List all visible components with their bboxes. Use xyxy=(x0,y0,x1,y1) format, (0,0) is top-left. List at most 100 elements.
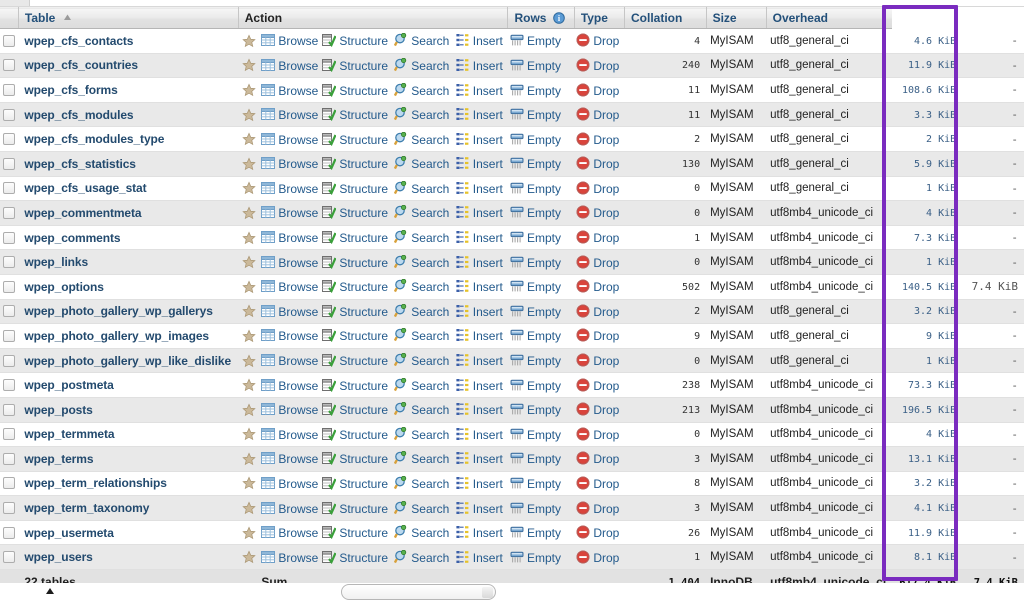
empty-cell[interactable]: Empty xyxy=(507,520,575,546)
empty-cell[interactable]: Empty xyxy=(507,249,575,275)
empty-link[interactable]: Empty xyxy=(527,231,561,245)
empty-link[interactable]: Empty xyxy=(527,59,561,73)
empty-link[interactable]: Empty xyxy=(527,403,561,417)
insert-link[interactable]: Insert xyxy=(473,379,503,393)
info-icon[interactable]: i xyxy=(553,12,565,24)
insert-cell[interactable]: Insert xyxy=(453,544,508,571)
structure-cell[interactable]: Structure xyxy=(320,102,393,128)
row-checkbox[interactable] xyxy=(3,551,16,564)
row-checkbox-cell[interactable] xyxy=(0,249,19,275)
search-cell[interactable]: Search xyxy=(392,520,454,546)
browse-cell[interactable]: Browse xyxy=(259,249,321,275)
table-name-link[interactable]: wpep_termmeta xyxy=(24,427,114,441)
favorite-cell[interactable] xyxy=(238,77,260,103)
search-link[interactable]: Search xyxy=(411,206,449,220)
table-name-link[interactable]: wpep_photo_gallery_wp_images xyxy=(24,329,209,343)
drop-link[interactable]: Drop xyxy=(593,206,619,220)
insert-cell[interactable]: Insert xyxy=(453,446,508,472)
drop-link[interactable]: Drop xyxy=(593,428,619,442)
drop-cell[interactable]: Drop xyxy=(574,520,625,546)
browse-link[interactable]: Browse xyxy=(278,83,318,97)
insert-link[interactable]: Insert xyxy=(473,452,503,466)
insert-link[interactable]: Insert xyxy=(473,477,503,491)
favorite-cell[interactable] xyxy=(238,323,260,349)
empty-cell[interactable]: Empty xyxy=(507,28,575,54)
table-row[interactable]: wpep_links Browse Structure Search Insert Emp… xyxy=(0,249,1024,275)
browse-cell[interactable]: Browse xyxy=(259,495,321,521)
header-rows[interactable]: Rows i xyxy=(507,7,575,29)
favorite-star-icon[interactable] xyxy=(242,157,256,171)
insert-cell[interactable]: Insert xyxy=(453,249,508,275)
favorite-star-icon[interactable] xyxy=(242,34,256,48)
table-row[interactable]: wpep_photo_gallery_wp_like_dislike Browse… xyxy=(0,348,1024,374)
structure-cell[interactable]: Structure xyxy=(320,323,393,349)
row-checkbox[interactable] xyxy=(3,329,16,342)
table-name-link[interactable]: wpep_cfs_statistics xyxy=(24,157,136,171)
search-link[interactable]: Search xyxy=(411,231,449,245)
empty-link[interactable]: Empty xyxy=(527,206,561,220)
browse-cell[interactable]: Browse xyxy=(259,397,321,423)
row-checkbox-cell[interactable] xyxy=(0,102,19,128)
table-name-link[interactable]: wpep_cfs_countries xyxy=(24,58,138,72)
row-checkbox[interactable] xyxy=(3,133,16,146)
row-checkbox-cell[interactable] xyxy=(0,299,19,325)
browse-cell[interactable]: Browse xyxy=(259,28,321,54)
browse-cell[interactable]: Browse xyxy=(259,299,321,325)
insert-link[interactable]: Insert xyxy=(473,329,503,343)
search-cell[interactable]: Search xyxy=(392,397,454,423)
insert-link[interactable]: Insert xyxy=(473,59,503,73)
structure-link[interactable]: Structure xyxy=(339,256,388,270)
search-cell[interactable]: Search xyxy=(392,53,454,79)
insert-link[interactable]: Insert xyxy=(473,231,503,245)
table-name-link[interactable]: wpep_usermeta xyxy=(24,526,114,540)
row-checkbox[interactable] xyxy=(3,502,16,515)
drop-cell[interactable]: Drop xyxy=(574,151,625,177)
search-cell[interactable]: Search xyxy=(392,274,454,300)
drop-cell[interactable]: Drop xyxy=(574,323,625,349)
table-name-link[interactable]: wpep_cfs_modules xyxy=(24,108,133,122)
table-name-link[interactable]: wpep_cfs_modules_type xyxy=(24,132,164,146)
drop-cell[interactable]: Drop xyxy=(574,495,625,521)
empty-cell[interactable]: Empty xyxy=(507,176,575,202)
row-checkbox[interactable] xyxy=(3,428,16,441)
insert-cell[interactable]: Insert xyxy=(453,422,508,448)
search-link[interactable]: Search xyxy=(411,551,449,565)
structure-link[interactable]: Structure xyxy=(339,305,388,319)
browse-cell[interactable]: Browse xyxy=(259,200,321,226)
drop-link[interactable]: Drop xyxy=(593,59,619,73)
table-name-link[interactable]: wpep_photo_gallery_wp_gallerys xyxy=(24,304,213,318)
favorite-cell[interactable] xyxy=(238,151,260,177)
row-checkbox[interactable] xyxy=(3,477,16,490)
browse-link[interactable]: Browse xyxy=(278,452,318,466)
structure-link[interactable]: Structure xyxy=(339,34,388,48)
favorite-cell[interactable] xyxy=(238,274,260,300)
table-row[interactable]: wpep_cfs_contacts Browse Structure Search In… xyxy=(0,28,1024,54)
row-checkbox[interactable] xyxy=(3,403,16,416)
table-name-link[interactable]: wpep_links xyxy=(24,255,88,269)
structure-cell[interactable]: Structure xyxy=(320,422,393,448)
favorite-cell[interactable] xyxy=(238,200,260,226)
insert-cell[interactable]: Insert xyxy=(453,299,508,325)
insert-cell[interactable]: Insert xyxy=(453,102,508,128)
insert-link[interactable]: Insert xyxy=(473,83,503,97)
structure-link[interactable]: Structure xyxy=(339,157,388,171)
table-name-link[interactable]: wpep_cfs_usage_stat xyxy=(24,181,146,195)
favorite-star-icon[interactable] xyxy=(242,378,256,392)
structure-cell[interactable]: Structure xyxy=(320,249,393,275)
table-row[interactable]: wpep_cfs_modules_type Browse Structure Sear… xyxy=(0,126,1024,152)
browse-cell[interactable]: Browse xyxy=(259,422,321,448)
structure-cell[interactable]: Structure xyxy=(320,446,393,472)
structure-link[interactable]: Structure xyxy=(339,526,388,540)
empty-link[interactable]: Empty xyxy=(527,526,561,540)
search-link[interactable]: Search xyxy=(411,502,449,516)
favorite-star-icon[interactable] xyxy=(242,108,256,122)
drop-link[interactable]: Drop xyxy=(593,157,619,171)
search-link[interactable]: Search xyxy=(411,354,449,368)
structure-cell[interactable]: Structure xyxy=(320,28,393,54)
structure-cell[interactable]: Structure xyxy=(320,274,393,300)
table-row[interactable]: wpep_posts Browse Structure Search Insert Emp… xyxy=(0,397,1024,423)
search-cell[interactable]: Search xyxy=(392,471,454,497)
table-row[interactable]: wpep_termmeta Browse Structure Search Insert… xyxy=(0,422,1024,448)
insert-cell[interactable]: Insert xyxy=(453,323,508,349)
browse-link[interactable]: Browse xyxy=(278,133,318,147)
